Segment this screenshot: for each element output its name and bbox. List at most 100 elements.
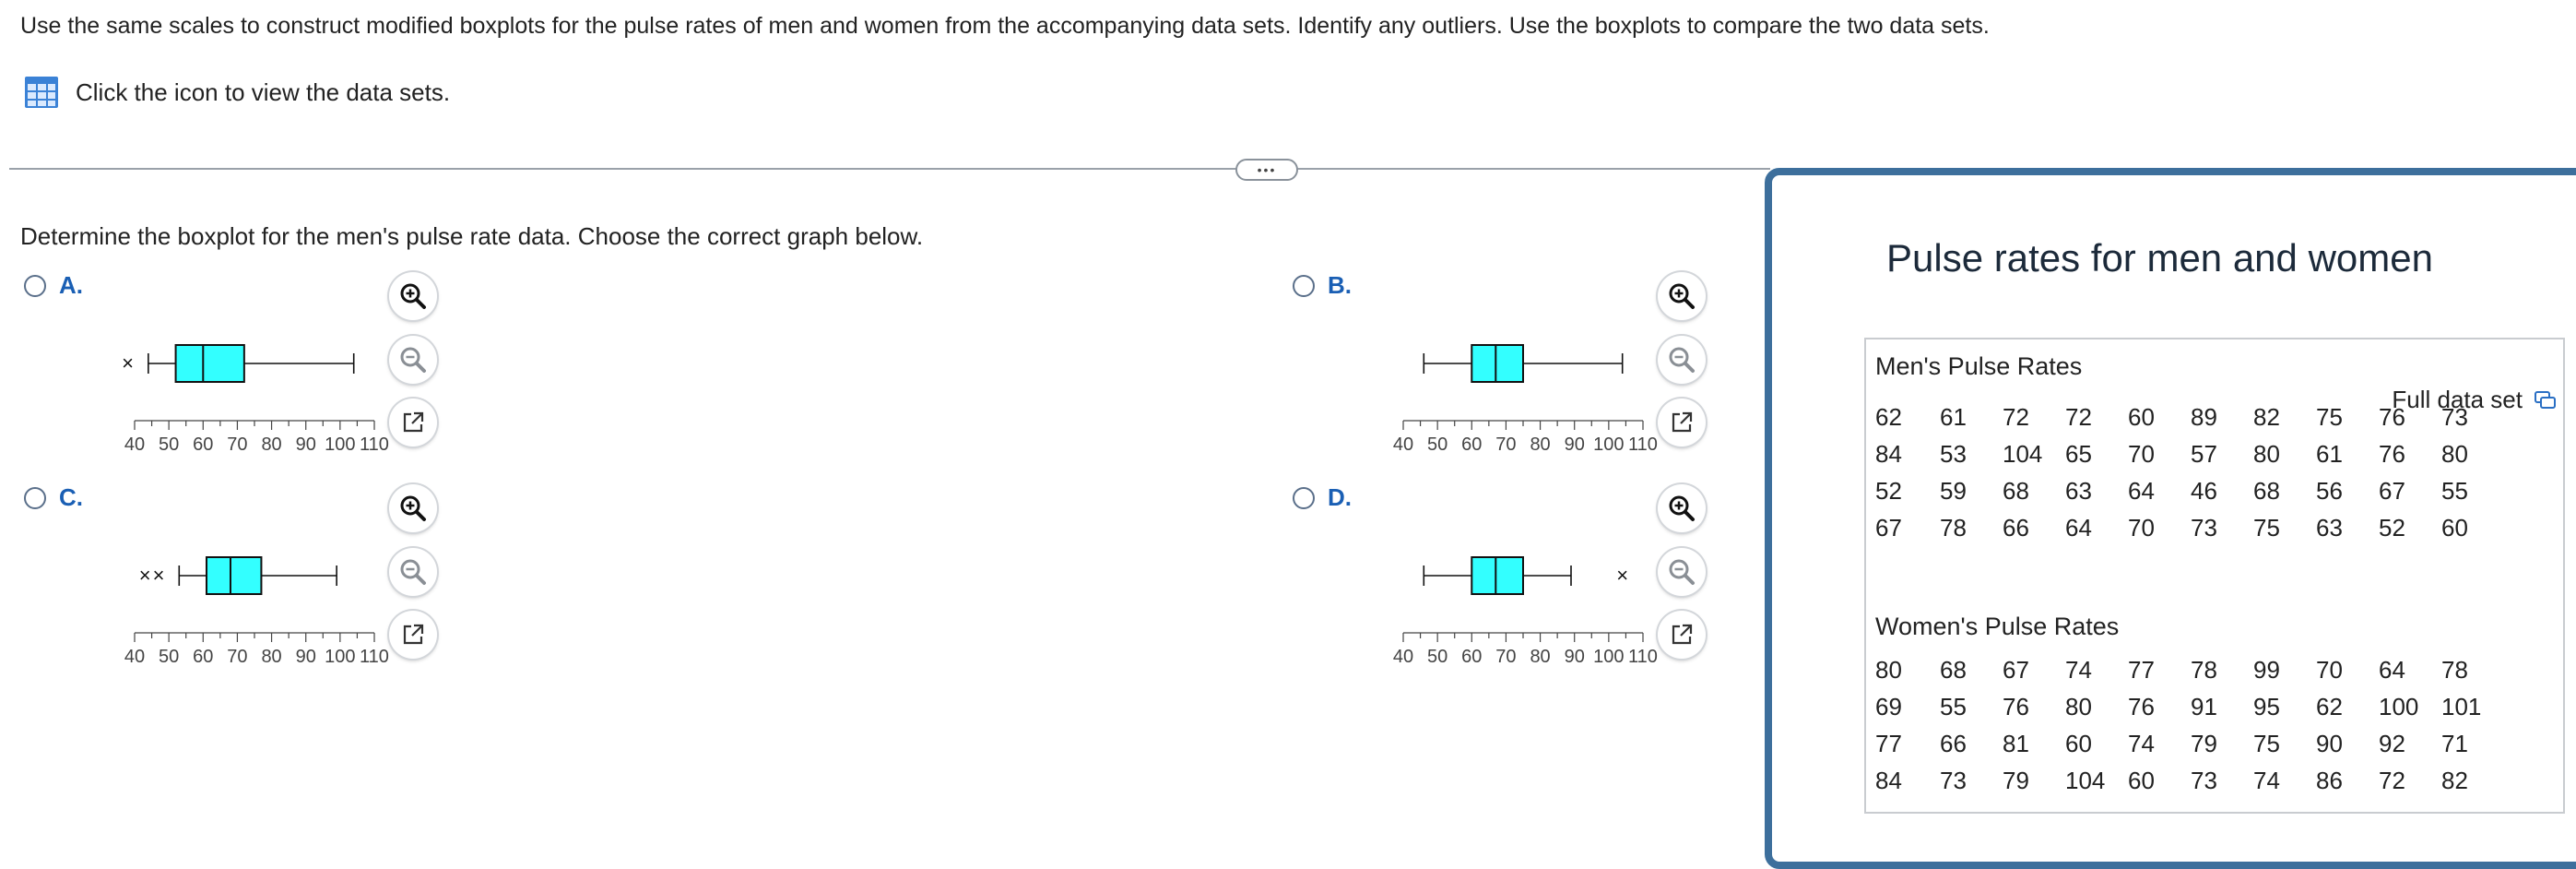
axis-tick-label: 90	[1565, 434, 1585, 455]
instructions-text: Use the same scales to construct modifie…	[20, 13, 1990, 39]
table-cell: 56	[2316, 476, 2343, 505]
table-cell: 101	[2441, 692, 2482, 720]
women-table-row: 84 73 79 104 60 73 74 86 72 82	[1875, 762, 2497, 799]
option-b-popout-button[interactable]	[1658, 399, 1706, 446]
option-a-zoom-out-button[interactable]	[389, 336, 437, 384]
option-c-letter: C.	[59, 483, 83, 511]
option-c-popout-button[interactable]	[389, 611, 437, 659]
table-cell: 70	[2128, 513, 2155, 542]
expand-divider-button[interactable]: •••	[1235, 159, 1298, 181]
zoom-in-icon	[400, 495, 426, 521]
table-cell: 52	[2379, 513, 2405, 542]
table-cell: 78	[2191, 655, 2217, 684]
table-cell: 73	[2441, 402, 2468, 431]
table-cell: 74	[2253, 766, 2280, 794]
option-b-zoom-out-button[interactable]	[1658, 336, 1706, 384]
axis-tick-label: 60	[193, 434, 213, 455]
popout-icon	[403, 624, 424, 645]
table-cell: 69	[1875, 692, 1902, 720]
iqr-box	[174, 344, 245, 383]
table-cell: 63	[2316, 513, 2343, 542]
axis-tick-label: 60	[193, 647, 213, 667]
zoom-in-icon	[1669, 283, 1695, 309]
table-cell: 68	[1940, 655, 1967, 684]
axis-tick-label: 40	[124, 434, 145, 455]
table-cell: 62	[2316, 692, 2343, 720]
table-cell: 57	[2191, 439, 2217, 468]
table-cell: 86	[2316, 766, 2343, 794]
table-cell: 65	[2065, 439, 2092, 468]
table-cell: 59	[1940, 476, 1967, 505]
axis-tick-label: 40	[1393, 434, 1413, 455]
outlier-mark: ×	[139, 564, 151, 587]
zoom-in-icon	[1669, 495, 1695, 521]
men-table-row: 62 61 72 72 60 89 82 75 76 73	[1875, 399, 2497, 435]
table-cell: 78	[2441, 655, 2468, 684]
option-c-radio[interactable]	[24, 486, 46, 509]
table-cell: 64	[2379, 655, 2405, 684]
option-b-radio[interactable]	[1293, 274, 1315, 297]
table-cell: 63	[2065, 476, 2092, 505]
table-cell: 70	[2316, 655, 2343, 684]
option-a[interactable]: A.	[24, 271, 83, 300]
table-cell: 66	[2003, 513, 2029, 542]
option-a-radio[interactable]	[24, 274, 46, 297]
women-table-row: 80 68 67 74 77 78 99 70 64 78	[1875, 651, 2497, 688]
option-d[interactable]: D.	[1293, 483, 1352, 512]
copy-icon[interactable]	[2534, 390, 2556, 411]
table-cell: 60	[2441, 513, 2468, 542]
table-cell: 72	[2065, 402, 2092, 431]
zoom-out-icon	[1669, 559, 1695, 585]
axis-tick-label: 70	[1495, 434, 1516, 455]
table-cell: 75	[2253, 513, 2280, 542]
option-c[interactable]: C.	[24, 483, 83, 512]
men-pulse-heading: Men's Pulse Rates	[1875, 352, 2083, 380]
table-cell: 74	[2065, 655, 2092, 684]
axis-tick-label: 80	[261, 434, 281, 455]
axis-tick-label: 70	[227, 647, 247, 667]
table-cell: 71	[2441, 729, 2468, 757]
panel-title: Pulse rates for men and women	[1886, 236, 2433, 280]
axis-tick-label: 110	[1628, 647, 1658, 667]
axis-tick-label: 90	[296, 647, 316, 667]
outlier-mark: ×	[122, 351, 134, 375]
axis-tick-label: 110	[360, 647, 389, 667]
table-cell: 74	[2128, 729, 2155, 757]
view-data-sets-link[interactable]: Click the icon to view the data sets.	[24, 76, 450, 109]
women-table-row: 69 55 76 80 76 91 95 62 100 101	[1875, 688, 2497, 725]
men-table-row: 52 59 68 63 64 46 68 56 67 55	[1875, 472, 2497, 509]
option-a-popout-button[interactable]	[389, 399, 437, 446]
table-cell: 68	[2253, 476, 2280, 505]
iqr-box	[1471, 556, 1524, 595]
table-cell: 84	[1875, 766, 1902, 794]
table-cell: 60	[2128, 402, 2155, 431]
option-a-letter: A.	[59, 271, 83, 299]
axis-tick-label: 100	[325, 647, 355, 667]
table-cell: 95	[2253, 692, 2280, 720]
table-cell: 75	[2253, 729, 2280, 757]
axis-tick-label: 100	[325, 434, 355, 455]
option-c-zoom-in-button[interactable]	[389, 484, 437, 532]
option-d-zoom-out-button[interactable]	[1658, 548, 1706, 596]
option-d-zoom-in-button[interactable]	[1658, 484, 1706, 532]
table-cell: 80	[2065, 692, 2092, 720]
option-b-letter: B.	[1328, 271, 1352, 299]
table-cell: 61	[2316, 439, 2343, 468]
option-c-zoom-out-button[interactable]	[389, 548, 437, 596]
option-d-radio[interactable]	[1293, 486, 1315, 509]
table-icon[interactable]	[24, 76, 59, 109]
option-a-zoom-in-button[interactable]	[389, 272, 437, 320]
table-cell: 55	[1940, 692, 1967, 720]
table-cell: 77	[1875, 729, 1902, 757]
option-d-popout-button[interactable]	[1658, 611, 1706, 659]
table-cell: 77	[2128, 655, 2155, 684]
table-cell: 76	[2379, 439, 2405, 468]
option-b[interactable]: B.	[1293, 271, 1352, 300]
axis-tick-label: 80	[261, 647, 281, 667]
view-data-sets-label[interactable]: Click the icon to view the data sets.	[76, 78, 450, 107]
outlier-mark: ×	[153, 564, 165, 587]
table-cell: 68	[2003, 476, 2029, 505]
option-b-zoom-in-button[interactable]	[1658, 272, 1706, 320]
option-d-boxplot: × 40 50 60 70 80 90 100 110	[1393, 556, 1658, 667]
axis-tick-label: 60	[1461, 647, 1482, 667]
